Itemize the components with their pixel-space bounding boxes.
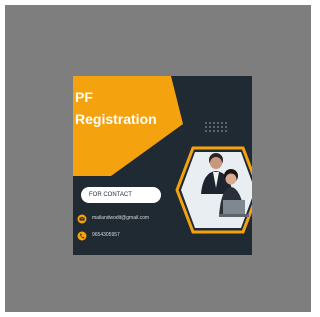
poster-title-line1: PF	[75, 89, 93, 105]
phone-row: 9654305957	[78, 232, 120, 238]
phone-text: 9654305957	[92, 232, 120, 238]
poster-title-line2: Registration	[75, 111, 157, 127]
contact-label-pill: FOR CONTACT	[81, 187, 161, 203]
poster-shapes	[73, 76, 252, 241]
dot-grid-decoration	[205, 122, 227, 132]
email-text: mailandwodit@gmail.com	[92, 215, 150, 221]
business-people-photo	[201, 153, 249, 217]
pf-registration-poster: PF Registration FOR CONTACT mailandwodit…	[73, 76, 252, 255]
email-row: mailandwodit@gmail.com	[78, 215, 149, 221]
